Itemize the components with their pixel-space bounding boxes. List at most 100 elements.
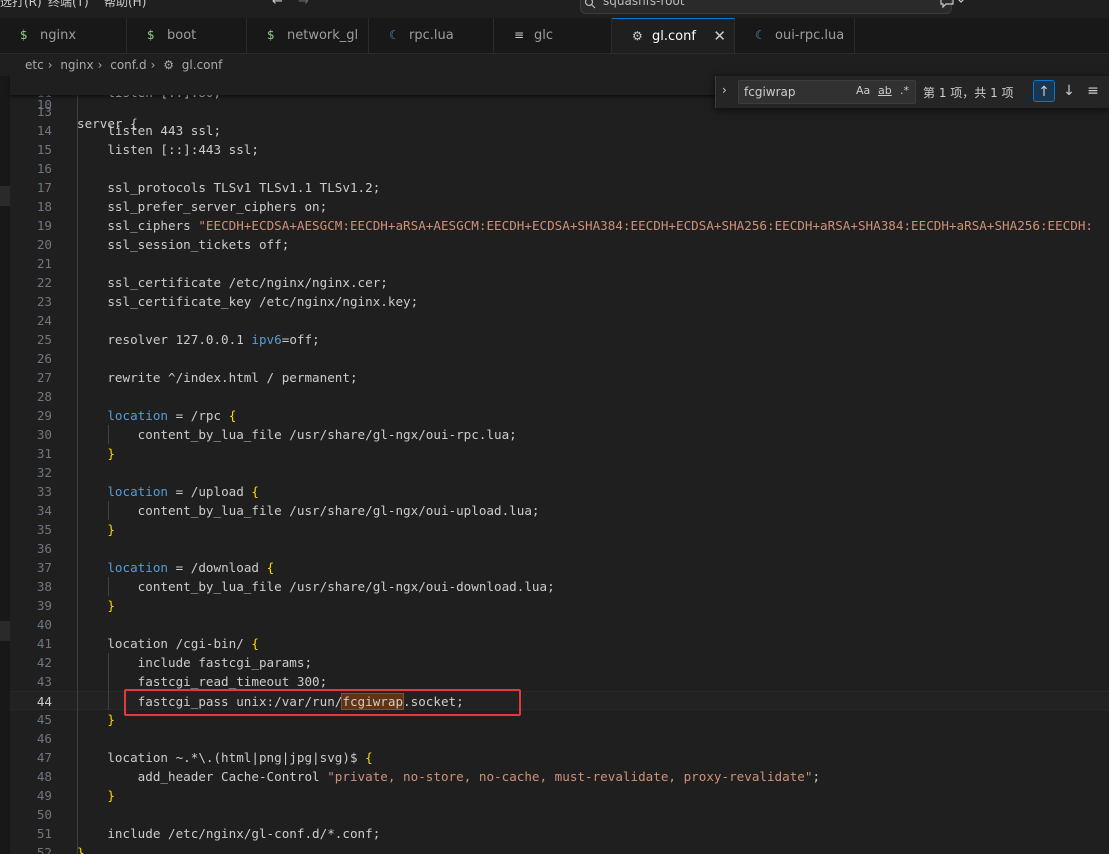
code-line[interactable]: 39 } bbox=[10, 596, 1109, 615]
line-number: 22 bbox=[36, 275, 52, 290]
match-case-icon[interactable]: Aa bbox=[856, 84, 870, 97]
tab-rpc-lua[interactable]: ☾ rpc.lua bbox=[369, 18, 494, 53]
nav-forward-icon[interactable]: → bbox=[298, 0, 309, 9]
breadcrumb-item[interactable]: etc bbox=[25, 58, 44, 72]
code-line[interactable]: 15 listen [::]:443 ssl; bbox=[10, 140, 1109, 159]
line-number: 49 bbox=[36, 788, 52, 803]
indent-guide bbox=[108, 501, 109, 520]
code-line[interactable]: 47 location ~.*\.(html|png|jpg|svg)$ { bbox=[10, 748, 1109, 767]
tab-oui-rpc-lua[interactable]: ☾ oui-rpc.lua bbox=[735, 18, 855, 53]
menu-terminal[interactable]: 终端(T) bbox=[48, 0, 89, 10]
code-line[interactable]: 32 bbox=[10, 463, 1109, 482]
indent-guide bbox=[77, 95, 78, 854]
line-number: 10 bbox=[36, 97, 52, 112]
code-line[interactable]: 28 bbox=[10, 387, 1109, 406]
code-line[interactable]: 17 ssl_protocols TLSv1 TLSv1.1 TLSv1.2; bbox=[10, 178, 1109, 197]
code-line[interactable]: 26 bbox=[10, 349, 1109, 368]
line-number: 51 bbox=[36, 826, 52, 841]
arrow-down-icon: ↓ bbox=[1063, 83, 1075, 99]
breadcrumb: etc › nginx › conf.d › ⚙ gl.conf bbox=[0, 54, 1109, 76]
code-line[interactable]: 36 bbox=[10, 539, 1109, 558]
code-line[interactable]: 22 ssl_certificate /etc/nginx/nginx.cer; bbox=[10, 273, 1109, 292]
code-line[interactable]: 40 bbox=[10, 615, 1109, 634]
terminal-dollar-icon: $ bbox=[147, 28, 155, 42]
menu-help[interactable]: 帮助(H) bbox=[104, 0, 146, 10]
code-line[interactable]: 38 content_by_lua_file /usr/share/gl-ngx… bbox=[10, 577, 1109, 596]
code-text: } bbox=[77, 845, 85, 854]
code-editor[interactable]: 11 listen [::]:80; 1314 listen 443 ssl;1… bbox=[10, 76, 1109, 854]
code-text: include /etc/nginx/gl-conf.d/*.conf; bbox=[77, 826, 381, 841]
code-line[interactable]: 35 } bbox=[10, 520, 1109, 539]
code-line[interactable]: 31 } bbox=[10, 444, 1109, 463]
code-text: location ~.*\.(html|png|jpg|svg)$ { bbox=[77, 750, 373, 765]
command-center-search[interactable]: squashfs-root bbox=[580, 0, 952, 14]
breadcrumb-item[interactable]: conf.d bbox=[110, 58, 146, 72]
breadcrumb-item[interactable]: gl.conf bbox=[182, 58, 223, 72]
nav-back-icon[interactable]: ← bbox=[272, 0, 283, 9]
toggle-replace-chevron-icon[interactable]: › bbox=[722, 83, 727, 97]
menu-run[interactable]: 选打(R) bbox=[0, 0, 42, 10]
menu-lines-icon: ≡ bbox=[1087, 83, 1099, 99]
code-line[interactable]: 27 rewrite ^/index.html / permanent; bbox=[10, 368, 1109, 387]
tab-gl-conf[interactable]: ⚙ gl.conf ✕ bbox=[612, 18, 735, 53]
code-line[interactable]: 48 add_header Cache-Control "private, no… bbox=[10, 767, 1109, 786]
code-line[interactable]: 14 listen 443 ssl; bbox=[10, 121, 1109, 140]
code-line[interactable]: 51 include /etc/nginx/gl-conf.d/*.conf; bbox=[10, 824, 1109, 843]
arrow-up-icon: ↑ bbox=[1038, 84, 1050, 100]
code-line[interactable]: 52} bbox=[10, 843, 1109, 854]
tab-label: boot bbox=[167, 28, 197, 43]
code-line[interactable]: 23 ssl_certificate_key /etc/nginx/nginx.… bbox=[10, 292, 1109, 311]
tab-network-gl[interactable]: $ network_gl bbox=[247, 18, 369, 53]
line-number: 34 bbox=[36, 503, 52, 518]
indent-guide bbox=[108, 425, 109, 444]
code-line[interactable]: 42 include fastcgi_params; bbox=[10, 653, 1109, 672]
code-line[interactable]: 46 bbox=[10, 729, 1109, 748]
line-number: 45 bbox=[36, 712, 52, 727]
code-line[interactable]: 30 content_by_lua_file /usr/share/gl-ngx… bbox=[10, 425, 1109, 444]
find-input[interactable] bbox=[744, 84, 852, 100]
search-icon bbox=[584, 0, 596, 9]
code-text: include fastcgi_params; bbox=[77, 655, 313, 670]
breadcrumb-item[interactable]: nginx bbox=[60, 58, 93, 72]
code-text: ssl_ciphers "EECDH+ECDSA+AESGCM:EECDH+aR… bbox=[77, 218, 1094, 233]
code-line[interactable]: 33 location = /upload { bbox=[10, 482, 1109, 501]
code-text: } bbox=[107, 712, 115, 727]
code-line[interactable]: 34 content_by_lua_file /usr/share/gl-ngx… bbox=[10, 501, 1109, 520]
activity-gutter bbox=[0, 76, 10, 854]
code-line[interactable]: 18 ssl_prefer_server_ciphers on; bbox=[10, 197, 1109, 216]
code-line[interactable]: 19 ssl_ciphers "EECDH+ECDSA+AESGCM:EECDH… bbox=[10, 216, 1109, 235]
gutter-mark bbox=[0, 186, 10, 206]
line-number: 35 bbox=[36, 522, 52, 537]
match-whole-word-icon[interactable]: ab bbox=[878, 84, 892, 97]
tab-label: network_gl bbox=[287, 28, 359, 43]
code-line[interactable]: 49 } bbox=[10, 786, 1109, 805]
line-number: 33 bbox=[36, 484, 52, 499]
next-match-button[interactable]: ↓ bbox=[1058, 80, 1080, 102]
tab-nginx[interactable]: $ nginx bbox=[0, 18, 127, 53]
chat-icon[interactable] bbox=[940, 0, 966, 8]
line-number: 26 bbox=[36, 351, 52, 366]
code-line[interactable]: 24 bbox=[10, 311, 1109, 330]
code-line[interactable]: 37 location = /download { bbox=[10, 558, 1109, 577]
find-more-button[interactable]: ≡ bbox=[1082, 80, 1104, 102]
code-line[interactable]: 41 location /cgi-bin/ { bbox=[10, 634, 1109, 653]
code-line[interactable]: 29 location = /rpc { bbox=[10, 406, 1109, 425]
regex-icon[interactable]: .* bbox=[900, 84, 909, 97]
code-text: location = /rpc { bbox=[107, 408, 237, 423]
line-number: 39 bbox=[36, 598, 52, 613]
gear-icon: ⚙ bbox=[632, 29, 643, 43]
tab-boot[interactable]: $ boot bbox=[127, 18, 247, 53]
code-text: ssl_certificate_key /etc/nginx/nginx.key… bbox=[77, 294, 419, 309]
close-icon[interactable]: ✕ bbox=[713, 19, 726, 54]
code-line[interactable]: 21 bbox=[10, 254, 1109, 273]
code-line[interactable]: 20 ssl_session_tickets off; bbox=[10, 235, 1109, 254]
previous-match-button[interactable]: ↑ bbox=[1033, 80, 1055, 102]
tab-glc[interactable]: ≡ glc bbox=[494, 18, 612, 53]
code-line[interactable]: 16 bbox=[10, 159, 1109, 178]
line-number: 23 bbox=[36, 294, 52, 309]
line-number: 21 bbox=[36, 256, 52, 271]
code-line[interactable]: 50 bbox=[10, 805, 1109, 824]
tab-label: glc bbox=[534, 28, 554, 43]
editor-tabs: $ nginx $ boot $ network_gl ☾ rpc.lua ≡ glc ⚙… bbox=[0, 18, 1109, 54]
code-line[interactable]: 25 resolver 127.0.0.1 ipv6=off; bbox=[10, 330, 1109, 349]
